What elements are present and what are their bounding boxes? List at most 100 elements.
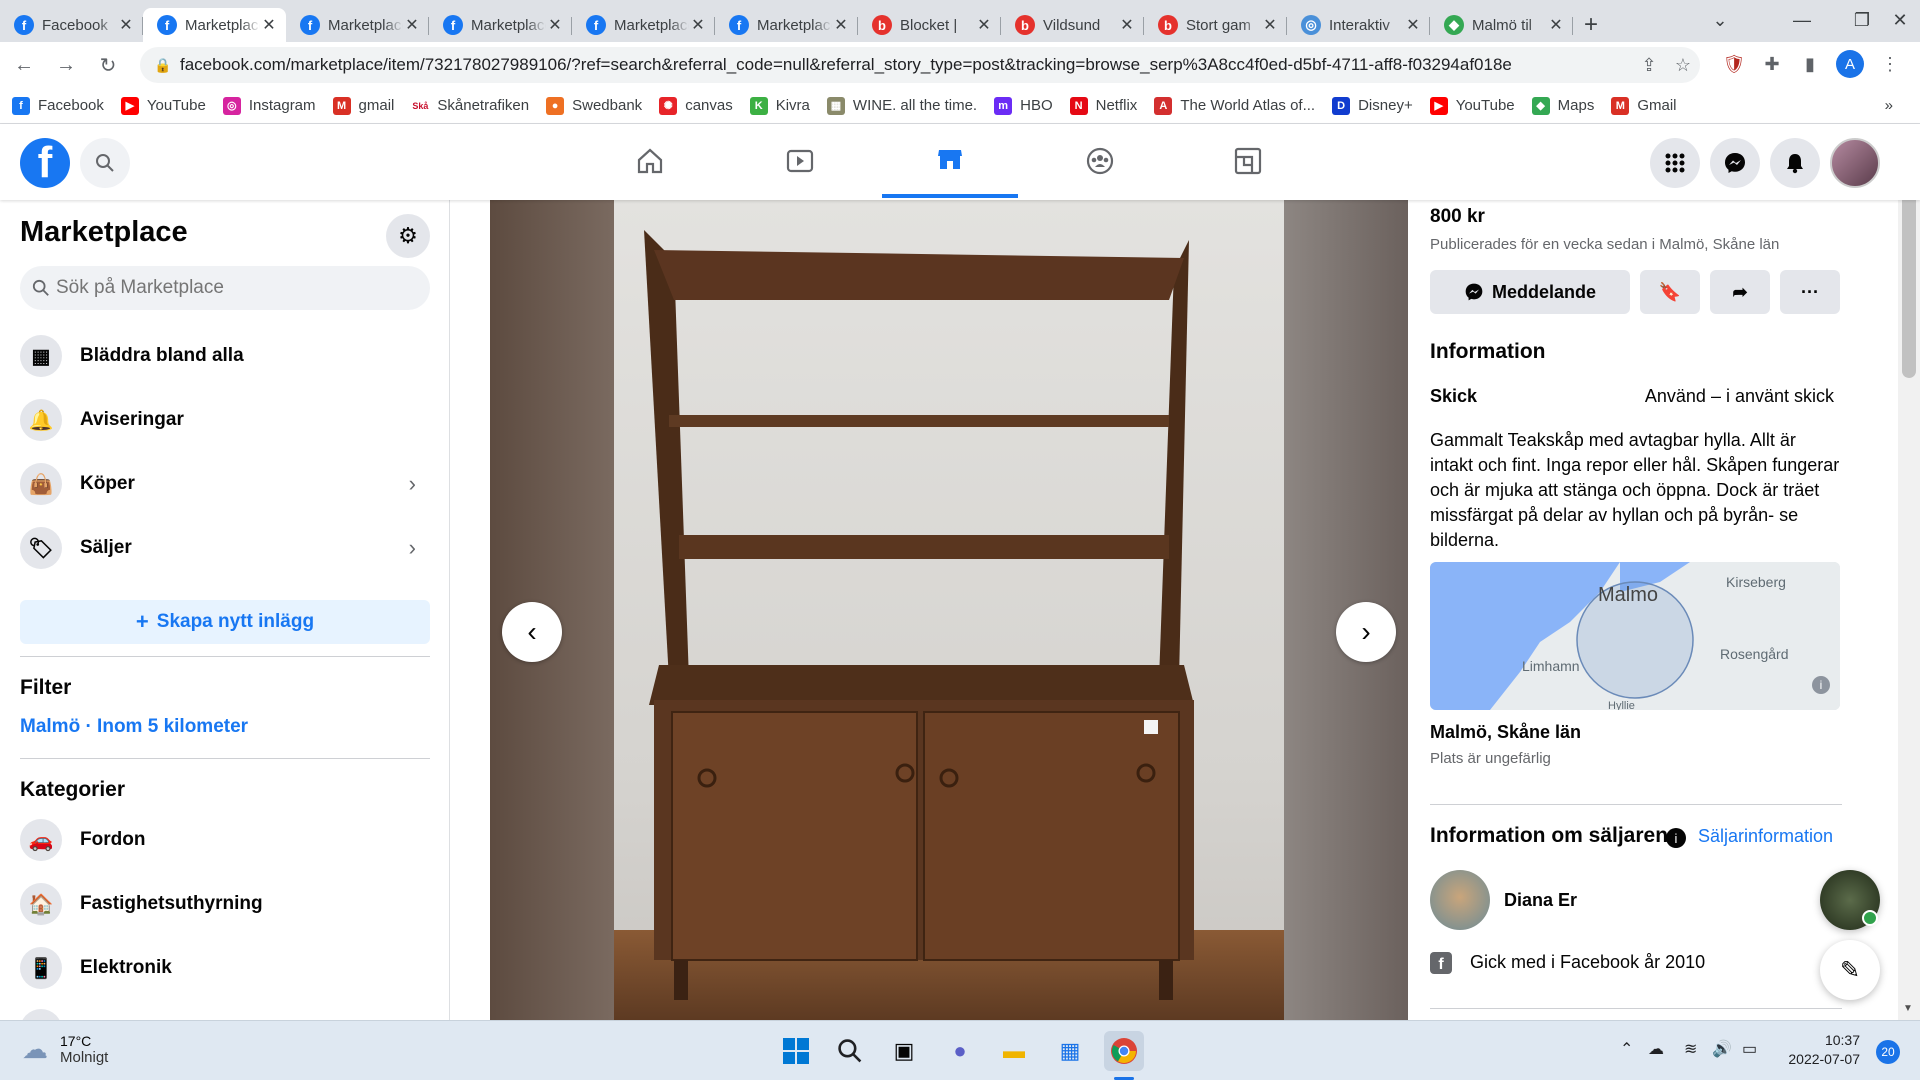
browser-tab[interactable]: ◎ Interaktiv ✕: [1287, 8, 1430, 42]
share-button[interactable]: ➦: [1710, 270, 1770, 314]
profile-avatar[interactable]: A: [1836, 50, 1864, 78]
bookmark-item[interactable]: f Facebook: [12, 96, 104, 115]
browser-tab[interactable]: f Marketplace ✕: [429, 8, 572, 42]
sidebar-item[interactable]: 🔔 Aviseringar: [8, 390, 436, 450]
tray-chevron-icon[interactable]: ⌃: [1620, 1039, 1633, 1059]
search-icon[interactable]: [80, 138, 130, 188]
bookmark-item[interactable]: ◎ Instagram: [222, 96, 316, 115]
browser-tab[interactable]: f Marketplace ✕: [143, 8, 286, 42]
browser-tab[interactable]: f Facebook ✕: [0, 8, 143, 42]
bookmark-item[interactable]: D Disney+: [1332, 96, 1413, 115]
volume-icon[interactable]: 🔊: [1712, 1039, 1732, 1059]
bookmark-item[interactable]: ▶ YouTube: [1429, 96, 1515, 115]
bookmark-item[interactable]: ◆ Maps: [1531, 96, 1594, 115]
browser-tab[interactable]: b Vildsund ✕: [1001, 8, 1144, 42]
close-window-button[interactable]: ✕: [1880, 0, 1920, 40]
location-map[interactable]: Malmo Kirseberg Rosengård Limhamn Hyllie…: [1430, 562, 1840, 710]
onedrive-icon[interactable]: ☁: [1648, 1039, 1664, 1059]
browser-tab[interactable]: b Stort gam ✕: [1144, 8, 1287, 42]
browser-tab[interactable]: f Marketplace ✕: [286, 8, 429, 42]
location-filter-link[interactable]: Malmö · Inom 5 kilometer: [20, 716, 248, 738]
notifications-button[interactable]: [1770, 138, 1820, 188]
bookmark-item[interactable]: ▦ WINE. all the time.: [826, 96, 977, 115]
task-view-icon[interactable]: ▣: [884, 1031, 924, 1071]
taskbar-search-icon[interactable]: [830, 1031, 870, 1071]
weather-widget[interactable]: ☁ 17°C Molnigt: [22, 1033, 108, 1066]
close-tab-icon[interactable]: ✕: [1404, 15, 1422, 35]
bookmark-item[interactable]: K Kivra: [749, 96, 810, 115]
new-tab-button[interactable]: +: [1573, 8, 1609, 42]
bookmark-item[interactable]: ▶ YouTube: [120, 96, 206, 115]
seller-name[interactable]: Diana Er: [1504, 890, 1577, 911]
notification-badge[interactable]: 20: [1876, 1040, 1900, 1064]
start-button[interactable]: [776, 1031, 816, 1071]
browser-tab[interactable]: f Marketplace ✕: [572, 8, 715, 42]
previous-photo-button[interactable]: ‹: [502, 602, 562, 662]
url-field[interactable]: 🔒 facebook.com/marketplace/item/73217802…: [140, 47, 1700, 83]
bookmarks-overflow-button[interactable]: »: [1885, 97, 1893, 114]
close-tab-icon[interactable]: ✕: [117, 15, 135, 35]
reload-button[interactable]: ↻: [90, 47, 126, 83]
side-panel-icon[interactable]: ▮: [1792, 46, 1828, 82]
system-clock[interactable]: 10:37 2022-07-07: [1770, 1031, 1860, 1069]
seller-avatar[interactable]: [1430, 870, 1490, 930]
listing-photo[interactable]: [614, 200, 1284, 1020]
watch-tab[interactable]: [732, 124, 868, 198]
sidebar-item[interactable]: ▦ Bläddra bland alla: [8, 326, 436, 386]
page-scrollbar[interactable]: ▲ ▼: [1898, 124, 1920, 1020]
battery-icon[interactable]: ▭: [1742, 1039, 1757, 1059]
back-button[interactable]: ←: [6, 47, 42, 83]
settings-gear-icon[interactable]: ⚙: [386, 214, 430, 258]
create-listing-button[interactable]: + Skapa nytt inlägg: [20, 600, 430, 644]
gaming-tab[interactable]: [1180, 124, 1316, 198]
bookmark-item[interactable]: A The World Atlas of...: [1154, 96, 1315, 115]
more-options-button[interactable]: ···: [1780, 270, 1840, 314]
wifi-icon[interactable]: ≋: [1684, 1039, 1697, 1059]
bookmark-item[interactable]: m HBO: [994, 96, 1053, 115]
sidebar-item[interactable]: 🏷 Säljer ›: [8, 518, 436, 578]
close-tab-icon[interactable]: ✕: [260, 15, 278, 35]
browser-tab[interactable]: f Marketplace ✕: [715, 8, 858, 42]
bookmark-item[interactable]: ✺ canvas: [659, 96, 733, 115]
marketplace-search[interactable]: [20, 266, 430, 310]
teams-chat-icon[interactable]: ●: [940, 1031, 980, 1071]
menu-grid-button[interactable]: [1650, 138, 1700, 188]
bookmark-item[interactable]: Mgmail: [332, 96, 394, 115]
new-message-button[interactable]: ✎: [1820, 940, 1880, 1000]
facebook-logo[interactable]: f: [20, 138, 70, 188]
file-explorer-icon[interactable]: ▬: [994, 1031, 1034, 1071]
close-tab-icon[interactable]: ✕: [975, 15, 993, 35]
sidebar-item[interactable]: 👜 Köper ›: [8, 454, 436, 514]
calendar-icon[interactable]: ▦: [1050, 1031, 1090, 1071]
bookmark-item[interactable]: ● Swedbank: [546, 96, 642, 115]
extension-shield-icon[interactable]: 🛡: [1716, 46, 1752, 82]
url-text[interactable]: facebook.com/marketplace/item/7321780279…: [180, 55, 1632, 75]
close-tab-icon[interactable]: ✕: [832, 15, 850, 35]
next-photo-button[interactable]: ›: [1336, 602, 1396, 662]
bookmark-item[interactable]: M Gmail: [1611, 96, 1677, 115]
chrome-icon[interactable]: [1104, 1031, 1144, 1071]
close-tab-icon[interactable]: ✕: [1261, 15, 1279, 35]
messenger-button[interactable]: [1710, 138, 1760, 188]
scroll-down-icon[interactable]: ▼: [1903, 1003, 1913, 1014]
close-tab-icon[interactable]: ✕: [403, 15, 421, 35]
browser-menu-icon[interactable]: ⋮: [1872, 46, 1908, 82]
close-tab-icon[interactable]: ✕: [689, 15, 707, 35]
lock-icon[interactable]: 🔒: [146, 57, 180, 74]
share-icon[interactable]: ⇪: [1632, 55, 1666, 76]
browser-tab[interactable]: ◆ Malmö til ✕: [1430, 8, 1573, 42]
tab-search-icon[interactable]: ⌄: [1690, 0, 1750, 40]
browser-tab[interactable]: b Blocket | ✕: [858, 8, 1001, 42]
home-tab[interactable]: [582, 124, 718, 198]
bookmark-star-icon[interactable]: ☆: [1666, 55, 1700, 76]
message-button[interactable]: Meddelande: [1430, 270, 1630, 314]
extensions-puzzle-icon[interactable]: ✚: [1754, 46, 1790, 82]
save-button[interactable]: 🔖: [1640, 270, 1700, 314]
account-avatar[interactable]: [1830, 138, 1880, 188]
minimize-button[interactable]: —: [1772, 0, 1832, 40]
category-item-partial[interactable]: [8, 1000, 436, 1020]
seller-details-link[interactable]: Säljarinformation: [1698, 826, 1833, 847]
bookmark-item[interactable]: N Netflix: [1069, 96, 1137, 115]
groups-tab[interactable]: [1032, 124, 1168, 198]
close-tab-icon[interactable]: ✕: [546, 15, 564, 35]
